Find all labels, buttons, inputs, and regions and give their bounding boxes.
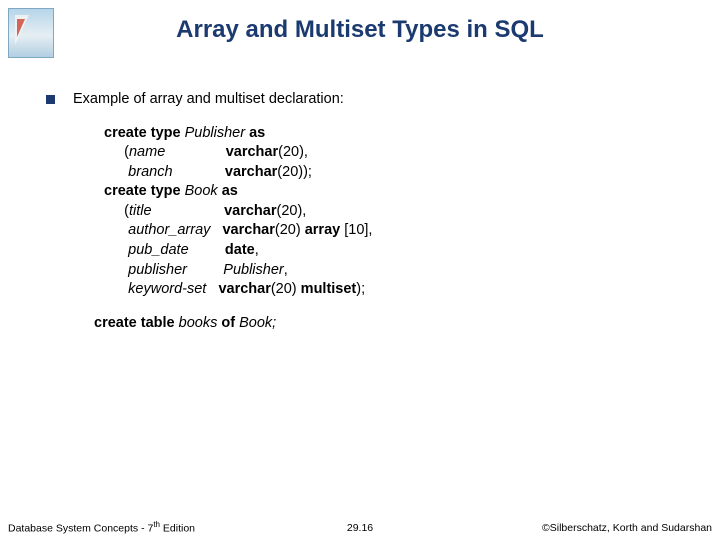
space xyxy=(210,222,222,238)
ident: Publisher xyxy=(223,262,283,278)
ident: Book xyxy=(185,183,222,199)
space xyxy=(152,203,225,219)
kw: varchar xyxy=(225,164,277,180)
code-line: create type Book as xyxy=(104,182,680,202)
ident: publisher xyxy=(128,262,187,278)
code-line: pub_date date, xyxy=(104,241,680,261)
space xyxy=(187,262,223,278)
code-line: author_array varchar(20) array [10], xyxy=(104,221,680,241)
kw: as xyxy=(222,183,238,199)
footer-right: ©Silberschatz, Korth and Sudarshan xyxy=(542,522,712,534)
space xyxy=(104,222,128,238)
bullet-item: Example of array and multiset declaratio… xyxy=(46,90,680,110)
slide-footer: Database System Concepts - 7th Edition 2… xyxy=(0,516,720,536)
code-line: keyword-set varchar(20) multiset); xyxy=(104,280,680,300)
punct: ( xyxy=(104,203,129,219)
code-line: create type Publisher as xyxy=(104,124,680,144)
space xyxy=(189,242,225,258)
punct: (20)); xyxy=(277,164,312,180)
slide-body: Example of array and multiset declaratio… xyxy=(46,90,680,333)
space xyxy=(104,242,128,258)
ident: keyword-set xyxy=(128,281,206,297)
space xyxy=(104,262,128,278)
space xyxy=(206,281,218,297)
kw: multiset xyxy=(301,281,357,297)
kw: create type xyxy=(104,125,185,141)
punct: ( xyxy=(104,144,129,160)
kw: array xyxy=(305,222,345,238)
punct: ); xyxy=(356,281,365,297)
slide-title: Array and Multiset Types in SQL xyxy=(0,16,720,44)
code-line: branch varchar(20)); xyxy=(104,163,680,183)
punct: , xyxy=(284,262,288,278)
punct: (20), xyxy=(278,144,308,160)
space xyxy=(173,164,225,180)
code-line: create table books of Book; xyxy=(94,314,680,334)
ident: name xyxy=(129,144,165,160)
ident: Publisher xyxy=(185,125,249,141)
kw: varchar xyxy=(226,144,278,160)
code-line: (name varchar(20), xyxy=(104,143,680,163)
space xyxy=(165,144,225,160)
slide: Array and Multiset Types in SQL Example … xyxy=(0,0,720,540)
kw: create type xyxy=(104,183,185,199)
ident: title xyxy=(129,203,152,219)
punct: (20) xyxy=(275,222,305,238)
punct: (20) xyxy=(271,281,301,297)
ident: books xyxy=(179,315,222,331)
space xyxy=(104,281,128,297)
bullet-icon xyxy=(46,95,55,104)
code-block-2: create table books of Book; xyxy=(94,314,680,334)
punct: [10], xyxy=(344,222,372,238)
space xyxy=(104,164,128,180)
kw: as xyxy=(249,125,265,141)
bullet-text: Example of array and multiset declaratio… xyxy=(73,90,344,110)
code-block-1: create type Publisher as (name varchar(2… xyxy=(104,124,680,300)
kw: varchar xyxy=(224,203,276,219)
kw: varchar xyxy=(222,222,274,238)
punct: (20), xyxy=(276,203,306,219)
ident: Book; xyxy=(239,315,276,331)
kw: varchar xyxy=(218,281,270,297)
code-line: (title varchar(20), xyxy=(104,202,680,222)
ident: branch xyxy=(128,164,172,180)
kw: of xyxy=(221,315,239,331)
kw: create table xyxy=(94,315,179,331)
ident: pub_date xyxy=(128,242,188,258)
code-line: publisher Publisher, xyxy=(104,261,680,281)
kw: date xyxy=(225,242,255,258)
ident: author_array xyxy=(128,222,210,238)
punct: , xyxy=(255,242,259,258)
